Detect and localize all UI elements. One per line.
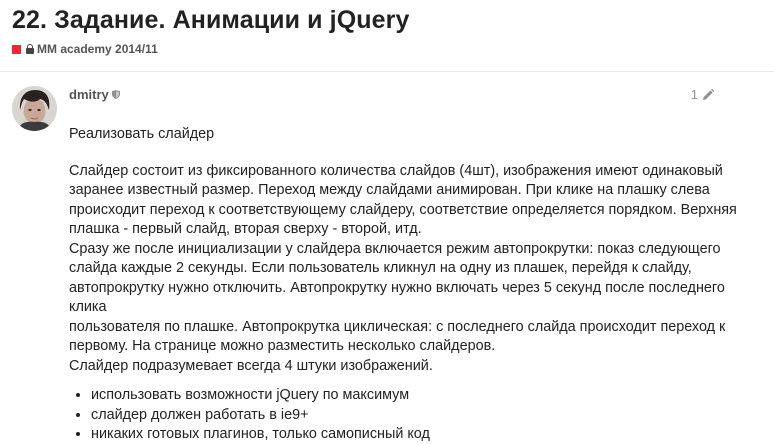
paragraph-line: слайда каждые 2 секунды. Если пользовате… [69,260,692,276]
topic-category[interactable]: MM academy 2014/11 [12,42,158,56]
paragraph-line: Сразу же после инициализации у слайдера … [69,240,721,257]
avatar-image [12,86,57,131]
requirements-list: использовать возможности jQuery по макси… [69,386,749,445]
category-label[interactable]: MM academy 2014/11 [37,42,158,56]
paragraph-line: автопрокрутку нужно отключить. Автопрокр… [69,279,725,316]
list-item: использовать возможности jQuery по макси… [91,386,749,406]
pencil-icon[interactable] [702,88,714,101]
username[interactable]: dmitry [69,87,109,102]
paragraph-line: Слайдер подразумевает всегда 4 штуки изо… [69,357,433,374]
paragraph-line: происходит переход к соответствующему сл… [69,201,737,218]
post-number[interactable]: 1 [691,87,698,102]
paragraph-line: пользователя по плашке. Автопрокрутка ци… [69,318,726,335]
post-content: Реализовать слайдер Слайдер состоит из ф… [69,125,749,445]
post-number-link[interactable]: 1 [691,87,714,102]
paragraph-line: плашка - первый слайд, вторая сверху - в… [69,221,422,237]
lock-icon [26,44,34,54]
topic-title[interactable]: 22. Задание. Анимации и jQuery [12,6,409,35]
paragraph-line: заранее известный размер. Переход между … [69,182,710,198]
list-item: слайдер должен работать в ie9+ [91,406,749,426]
post-intro: Реализовать слайдер [69,126,215,142]
post-author[interactable]: dmitry [69,87,120,102]
header-divider [0,71,774,72]
avatar[interactable] [12,86,57,131]
paragraph-line: Слайдер состоит из фиксированного количе… [69,162,723,179]
post-paragraph: Слайдер состоит из фиксированного количе… [69,162,749,377]
category-color-swatch [12,44,21,54]
list-item: никаких готовых плагинов, только самопис… [91,425,749,445]
paragraph-line: первому. На странице можно разместить не… [69,338,496,354]
shield-icon [111,90,120,99]
